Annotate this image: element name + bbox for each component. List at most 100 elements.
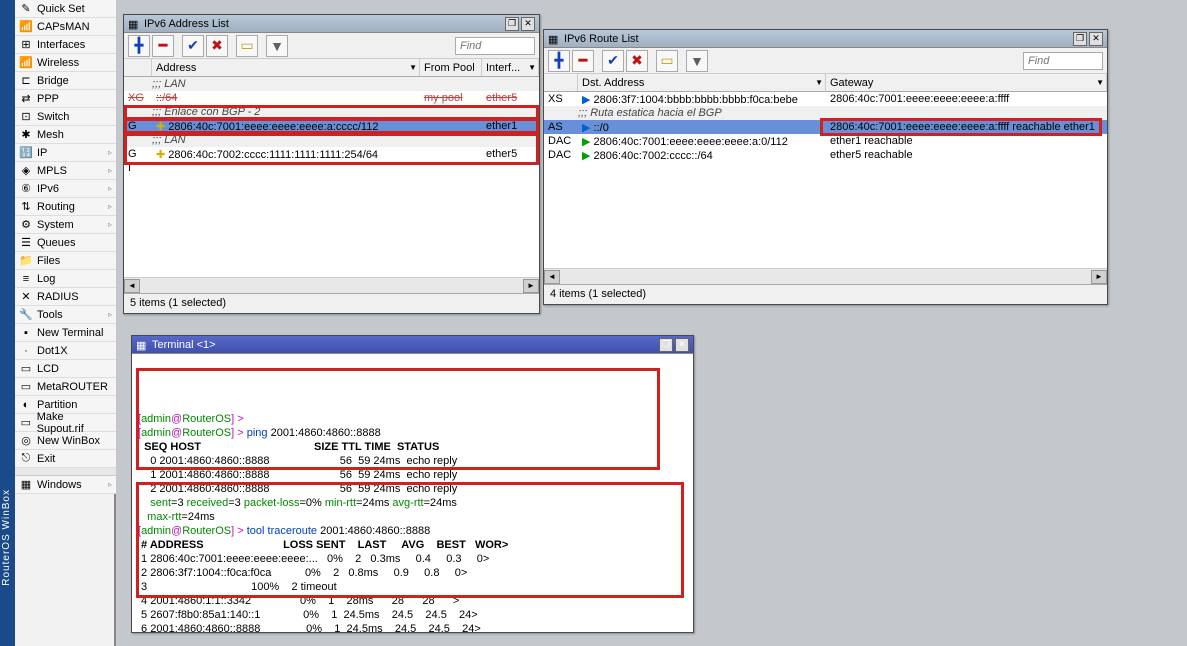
table-row[interactable]: DAC▶ 2806:40c:7001:eeee:eeee:eeee:a:0/11… [544, 134, 1107, 148]
titlebar[interactable]: ▦ Terminal <1> ❐ ✕ [132, 336, 693, 354]
menu-item-routing[interactable]: ⇅Routing▹ [15, 198, 116, 216]
scrollbar-h[interactable]: ◄ ► [124, 277, 539, 293]
menu-item-make-supout.rif[interactable]: ▭Make Supout.rif [15, 414, 116, 432]
col-flag[interactable] [544, 74, 578, 91]
table-comment-row[interactable]: ;;; LAN [124, 77, 539, 91]
table-row[interactable]: XG ::/64my poolether5 [124, 91, 539, 105]
menu-item-mesh[interactable]: ✱Mesh [15, 126, 116, 144]
menu-item-interfaces[interactable]: ⊞Interfaces [15, 36, 116, 54]
gateway-cell: ether5 reachable [826, 149, 1107, 161]
menu-item-ip[interactable]: 🔢IP▹ [15, 144, 116, 162]
table-row[interactable]: XS▶ 2806:3f7:1004:bbbb:bbbb:bbbb:f0ca:be… [544, 92, 1107, 106]
find-input[interactable] [455, 37, 535, 55]
close-button[interactable]: ✕ [675, 338, 689, 352]
menu-item-new-terminal[interactable]: ▪New Terminal [15, 324, 116, 342]
scrollbar-h[interactable]: ◄ ► [544, 268, 1107, 284]
col-dst-address[interactable]: Dst. Address▼ [578, 74, 826, 91]
disable-button[interactable]: ✖ [626, 50, 648, 72]
table-comment-row[interactable]: ;;; LAN [124, 133, 539, 147]
menu-item-capsman[interactable]: 📶CAPsMAN [15, 18, 116, 36]
scroll-left[interactable]: ◄ [544, 270, 560, 284]
table-comment-row[interactable]: ;;; Enlace con BGP - 2 [124, 105, 539, 119]
menu-item-dot1x[interactable]: ·Dot1X [15, 342, 116, 360]
col-from-pool[interactable]: From Pool [420, 59, 482, 76]
menu-item-log[interactable]: ≡Log [15, 270, 116, 288]
enable-button[interactable]: ✔ [182, 35, 204, 57]
table-row[interactable]: I [124, 161, 539, 175]
menu-label: Routing [37, 201, 75, 213]
menu-item-switch[interactable]: ⊡Switch [15, 108, 116, 126]
menu-icon: 🔢 [19, 146, 33, 160]
menu-item-files[interactable]: 📁Files [15, 252, 116, 270]
remove-button[interactable]: ━ [152, 35, 174, 57]
titlebar[interactable]: ▦ IPv6 Address List ❐ ✕ [124, 15, 539, 33]
table-row[interactable]: DAC▶ 2806:40c:7002:cccc::/64ether5 reach… [544, 148, 1107, 162]
menu-item-mpls[interactable]: ◈MPLS▹ [15, 162, 116, 180]
filter-button[interactable]: ▼ [686, 50, 708, 72]
menu-item-metarouter[interactable]: ▭MetaROUTER [15, 378, 116, 396]
toolbar: ╋ ━ ✔ ✖ ▭ ▼ [544, 48, 1107, 74]
restore-button[interactable]: ❐ [659, 338, 673, 352]
menu-item-new-winbox[interactable]: ◎New WinBox [15, 432, 116, 450]
menu-item-quick-set[interactable]: ✎Quick Set [15, 0, 116, 18]
menu-label: New Terminal [37, 327, 103, 339]
menu-icon: ⚙ [19, 218, 33, 232]
flag-cell: AS [544, 121, 578, 133]
menu-icon: ✱ [19, 128, 33, 142]
terminal-line: [admin@RouterOS] > [138, 412, 687, 426]
menu-item-ppp[interactable]: ⇄PPP [15, 90, 116, 108]
col-address[interactable]: Address▼ [152, 59, 420, 76]
comment-text: ;;; Enlace con BGP - 2 [124, 106, 264, 118]
scroll-left[interactable]: ◄ [124, 279, 140, 293]
table-row[interactable]: AS▶ ::/02806:40c:7001:eeee:eeee:eeee:a:f… [544, 120, 1107, 134]
table-row[interactable]: G✚ 2806:40c:7002:cccc:1111:1111:1111:254… [124, 147, 539, 161]
flag-cell: G [124, 120, 152, 132]
find-input[interactable] [1023, 52, 1103, 70]
remove-button[interactable]: ━ [572, 50, 594, 72]
menu-item-wireless[interactable]: 📶Wireless [15, 54, 116, 72]
table-comment-row[interactable]: ;;; Ruta estatica hacia el BGP [544, 106, 1107, 120]
table-body[interactable]: ;;; LANXG ::/64my poolether5;;; Enlace c… [124, 77, 539, 277]
menu-label: Tools [37, 309, 63, 321]
scroll-right[interactable]: ► [523, 279, 539, 293]
menu-item-lcd[interactable]: ▭LCD [15, 360, 116, 378]
scroll-right[interactable]: ► [1091, 270, 1107, 284]
col-gateway[interactable]: Gateway▼ [826, 74, 1107, 91]
menu-item-tools[interactable]: 🔧Tools▹ [15, 306, 116, 324]
filter-button[interactable]: ▼ [266, 35, 288, 57]
flag-cell: G [124, 148, 152, 160]
add-button[interactable]: ╋ [548, 50, 570, 72]
titlebar[interactable]: ▦ IPv6 Route List ❐ ✕ [544, 30, 1107, 48]
interface-cell: ether5 [482, 148, 539, 160]
menu-item-system[interactable]: ⚙System▹ [15, 216, 116, 234]
submenu-arrow-icon: ▹ [108, 184, 112, 193]
table-header: Address▼ From Pool Interf...▼ [124, 59, 539, 77]
menu-item-bridge[interactable]: ⊏Bridge [15, 72, 116, 90]
flag-cell: DAC [544, 135, 578, 147]
restore-button[interactable]: ❐ [1073, 32, 1087, 46]
gateway-cell: 2806:40c:7001:eeee:eeee:eeee:a:ffff [826, 93, 1107, 105]
col-interface[interactable]: Interf...▼ [482, 59, 539, 76]
menu-item-windows[interactable]: ▦Windows▹ [15, 476, 116, 494]
restore-button[interactable]: ❐ [505, 17, 519, 31]
comment-button[interactable]: ▭ [236, 35, 258, 57]
terminal-line: max-rtt=24ms [138, 510, 687, 524]
submenu-arrow-icon: ▹ [108, 310, 112, 319]
menu-icon: ◎ [19, 434, 33, 448]
terminal-body[interactable]: [admin@RouterOS] > [admin@RouterOS] > pi… [132, 354, 693, 632]
table-row[interactable]: G✚ 2806:40c:7001:eeee:eeee:eeee:a:cccc/1… [124, 119, 539, 133]
menu-item-ipv6[interactable]: ⑥IPv6▹ [15, 180, 116, 198]
ipv6-route-list-window: ▦ IPv6 Route List ❐ ✕ ╋ ━ ✔ ✖ ▭ ▼ Dst. A… [543, 29, 1108, 305]
menu-icon: ◈ [19, 164, 33, 178]
col-flag[interactable] [124, 59, 152, 76]
add-button[interactable]: ╋ [128, 35, 150, 57]
comment-button[interactable]: ▭ [656, 50, 678, 72]
table-body[interactable]: XS▶ 2806:3f7:1004:bbbb:bbbb:bbbb:f0ca:be… [544, 92, 1107, 268]
close-button[interactable]: ✕ [1089, 32, 1103, 46]
close-button[interactable]: ✕ [521, 17, 535, 31]
enable-button[interactable]: ✔ [602, 50, 624, 72]
menu-item-radius[interactable]: ✕RADIUS [15, 288, 116, 306]
menu-item-exit[interactable]: ⎋Exit [15, 450, 116, 468]
menu-item-queues[interactable]: ☰Queues [15, 234, 116, 252]
disable-button[interactable]: ✖ [206, 35, 228, 57]
